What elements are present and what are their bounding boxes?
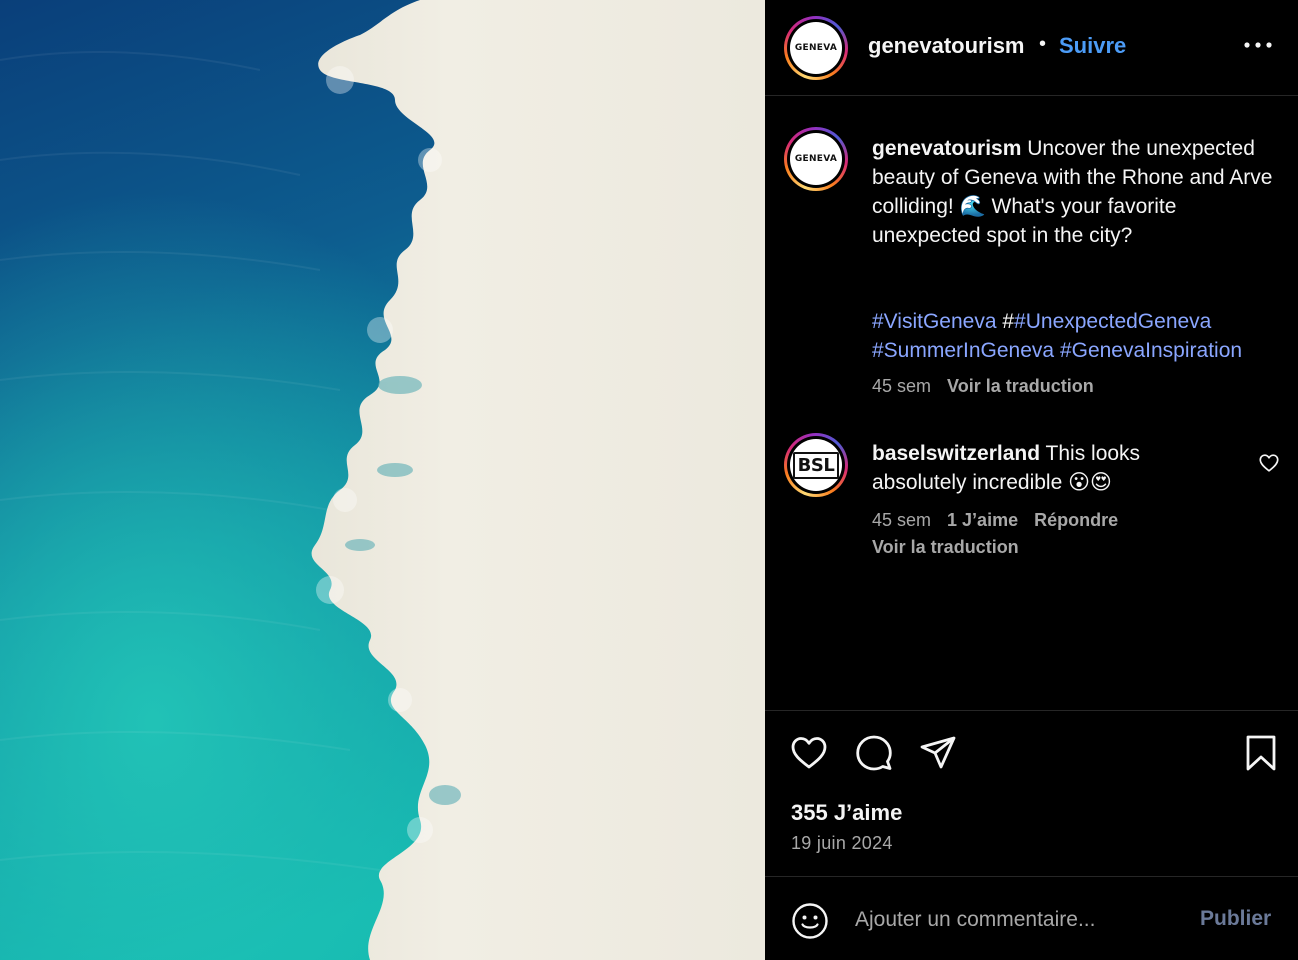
comment-like-heart-icon[interactable] <box>1258 452 1280 474</box>
comment-reply-button[interactable]: Répondre <box>1034 510 1118 530</box>
follow-button[interactable]: Suivre <box>1059 33 1126 59</box>
commenter-avatar[interactable]: BSL <box>784 433 848 497</box>
caption-username[interactable]: genevatourism <box>872 137 1021 160</box>
post-actions: 355 J’aime 19 juin 2024 <box>765 710 1298 876</box>
comment-meta: 45 sem 1 J’aime Répondre <box>872 510 1134 531</box>
post-header: GENEVA genevatourism • Suivre <box>765 0 1298 96</box>
comment-text: baselswitzerland This looks absolutely i… <box>872 439 1222 497</box>
commenter-username[interactable]: baselswitzerland <box>872 442 1040 465</box>
post-image[interactable] <box>0 0 765 960</box>
post-date[interactable]: 19 juin 2024 <box>791 833 893 854</box>
hashtag-summeringeneva[interactable]: #SummerInGeneva <box>872 339 1054 362</box>
emoji-icon[interactable] <box>791 902 829 940</box>
hashtag-genevainspiration[interactable]: #GenevaInspiration <box>1060 339 1242 362</box>
post-image-graphic <box>0 0 765 960</box>
add-comment-bar: Publier <box>765 876 1298 960</box>
commenter-avatar-text: BSL <box>792 451 840 479</box>
hashtag-unexpectedgeneva[interactable]: #UnexpectedGeneva <box>1014 310 1211 333</box>
commenter-avatar-logo: BSL <box>790 439 842 491</box>
caption-translate-link[interactable]: Voir la traduction <box>947 376 1094 396</box>
author-avatar-logo: GENEVA <box>790 22 842 74</box>
comment-input[interactable] <box>855 905 1185 935</box>
likes-count[interactable]: 355 J’aime <box>791 800 902 826</box>
author-avatar[interactable]: GENEVA <box>784 16 848 80</box>
caption-time[interactable]: 45 sem <box>872 376 931 396</box>
comment-translate-link[interactable]: Voir la traduction <box>872 537 1019 558</box>
caption-meta: 45 sem Voir la traduction <box>872 376 1094 397</box>
hashtag-visitgeneva[interactable]: #VisitGeneva <box>872 310 997 333</box>
heart-icon[interactable] <box>789 733 829 773</box>
caption-text: genevatourism Uncover the unexpected bea… <box>872 134 1287 250</box>
caption-avatar[interactable]: GENEVA <box>784 127 848 191</box>
more-icon[interactable] <box>1243 30 1273 60</box>
post-side-panel: GENEVA genevatourism • Suivre GENEVA gen… <box>765 0 1298 960</box>
publish-button[interactable]: Publier <box>1200 907 1271 931</box>
separator-dot: • <box>1039 33 1047 55</box>
share-icon[interactable] <box>918 733 958 773</box>
comment-likes[interactable]: 1 J’aime <box>947 510 1018 530</box>
hashtag-separator: # <box>996 310 1015 333</box>
comment-time[interactable]: 45 sem <box>872 510 931 530</box>
caption-hashtags: #VisitGeneva ##UnexpectedGeneva #SummerIn… <box>872 307 1292 365</box>
author-username[interactable]: genevatourism <box>868 33 1025 59</box>
bookmark-icon[interactable] <box>1241 733 1281 773</box>
comment-icon[interactable] <box>854 733 894 773</box>
caption-avatar-logo: GENEVA <box>790 133 842 185</box>
